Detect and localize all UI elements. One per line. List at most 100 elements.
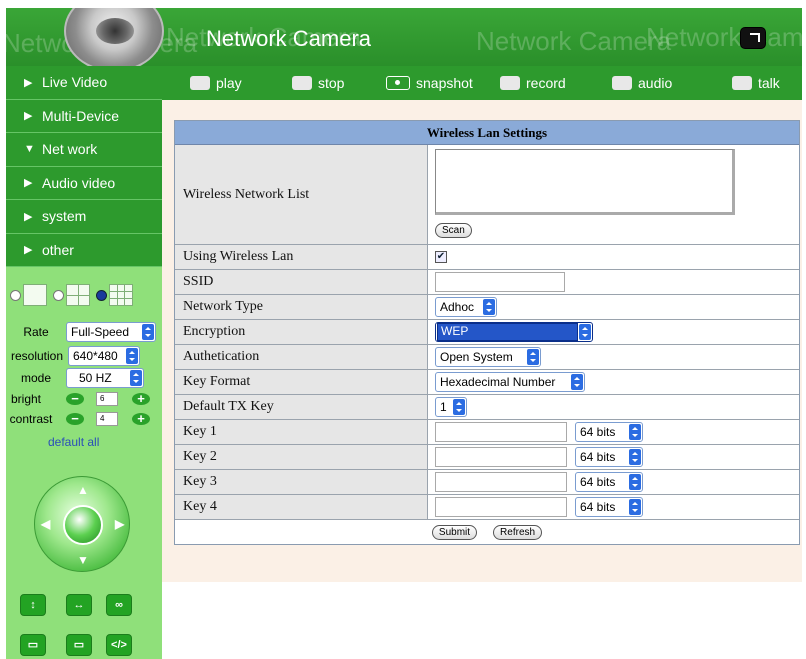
using-wireless-label: Using Wireless Lan bbox=[175, 245, 428, 269]
sidebar-item-live-video[interactable]: ▶ Live Video bbox=[6, 66, 162, 100]
default-tx-key-row: Default TX Key 1 bbox=[175, 395, 799, 420]
app-title: Network Camera bbox=[206, 26, 372, 51]
rate-label: Rate bbox=[23, 325, 49, 339]
sidebar-item-system[interactable]: ▶ system bbox=[6, 200, 162, 234]
watermark-text: Network Camera bbox=[646, 22, 802, 52]
key-format-row: Key Format Hexadecimal Number bbox=[175, 370, 799, 395]
default-all-link[interactable]: default all bbox=[48, 435, 99, 449]
key-format-select[interactable]: Hexadecimal Number bbox=[435, 372, 585, 392]
record-button[interactable]: record bbox=[500, 75, 566, 91]
contrast-plus-button[interactable]: + bbox=[132, 412, 150, 425]
chevron-right-icon: ▶ bbox=[24, 244, 33, 257]
sidebar: ▶ Live Video ▶ Multi-Device ▼ Net work ▶ Aud… bbox=[6, 66, 162, 659]
vertical-flip-button[interactable]: ↕ bbox=[20, 594, 46, 616]
resolution-select[interactable]: 640*480 bbox=[68, 346, 140, 366]
record-icon bbox=[500, 76, 520, 90]
bright-minus-button[interactable]: − bbox=[66, 392, 84, 405]
layout-1-icon[interactable] bbox=[23, 284, 47, 306]
fullscreen-icon[interactable] bbox=[740, 27, 766, 49]
encryption-select[interactable]: WEP bbox=[435, 322, 593, 342]
talk-button[interactable]: talk bbox=[732, 75, 780, 91]
chevron-right-icon: ▶ bbox=[24, 110, 33, 123]
rate-select[interactable]: Full-Speed bbox=[66, 322, 156, 342]
default-tx-key-select[interactable]: 1 bbox=[435, 397, 467, 417]
ptz-right-icon[interactable]: ▶ bbox=[115, 517, 124, 531]
authentication-select[interactable]: Open System bbox=[435, 347, 541, 367]
layout-9-icon[interactable] bbox=[109, 284, 133, 306]
stop-icon bbox=[292, 76, 312, 90]
contrast-value: 4 bbox=[96, 412, 118, 426]
refresh-button[interactable]: Refresh bbox=[493, 524, 543, 540]
play-icon bbox=[190, 76, 210, 90]
key-input[interactable] bbox=[435, 472, 567, 492]
contrast-minus-button[interactable]: − bbox=[66, 412, 84, 425]
sidebar-item-audio-video[interactable]: ▶ Audio video bbox=[6, 166, 162, 200]
key-bits-select[interactable]: 64 bits bbox=[575, 497, 643, 517]
audio-button[interactable]: audio bbox=[612, 75, 672, 91]
using-wireless-row: Using Wireless Lan ✔ bbox=[175, 245, 799, 270]
preset-button-1[interactable]: ▭ bbox=[20, 634, 46, 656]
mode-select[interactable]: 50 HZ bbox=[66, 368, 144, 388]
camera-logo bbox=[64, 8, 164, 66]
key-bits-select[interactable]: 64 bits bbox=[575, 472, 643, 492]
panel-title: Wireless Lan Settings bbox=[175, 121, 799, 145]
ptz-left-icon[interactable]: ◀ bbox=[41, 517, 50, 531]
key-bits-select[interactable]: 64 bits bbox=[575, 447, 643, 467]
sidebar-item-multi-device[interactable]: ▶ Multi-Device bbox=[6, 99, 162, 133]
sidebar-item-label: Multi-Device bbox=[42, 107, 120, 124]
wireless-list-row: Wireless Network List Scan bbox=[175, 145, 799, 245]
key-format-label: Key Format bbox=[175, 370, 428, 394]
ptz-center-button[interactable] bbox=[63, 505, 103, 545]
patrol-button[interactable]: ∞ bbox=[106, 594, 132, 616]
horizontal-flip-button[interactable]: ↔ bbox=[66, 594, 92, 616]
ptz-control[interactable]: ▲ ▼ ◀ ▶ bbox=[34, 476, 130, 572]
ptz-down-icon[interactable]: ▼ bbox=[77, 553, 89, 567]
spinner-icon bbox=[130, 370, 142, 386]
wireless-network-listbox[interactable] bbox=[435, 149, 735, 215]
bright-control: bright − 6 + bbox=[6, 392, 150, 406]
key-bits-select[interactable]: 64 bits bbox=[575, 422, 643, 442]
spinner-icon bbox=[629, 449, 641, 465]
io-button[interactable]: </> bbox=[106, 634, 132, 656]
key-label: Key 2 bbox=[175, 445, 428, 469]
layout-4-icon[interactable] bbox=[66, 284, 90, 306]
spinner-icon bbox=[527, 349, 539, 365]
layout-radio-1[interactable] bbox=[10, 289, 21, 301]
snapshot-button[interactable]: snapshot bbox=[386, 75, 473, 91]
layout-radio-9[interactable] bbox=[96, 289, 107, 301]
key-input[interactable] bbox=[435, 447, 567, 467]
chevron-right-icon: ▶ bbox=[24, 177, 33, 190]
ssid-row: SSID bbox=[175, 270, 799, 295]
spinner-icon bbox=[483, 299, 495, 315]
scan-button[interactable]: Scan bbox=[435, 223, 472, 238]
using-wireless-checkbox[interactable]: ✔ bbox=[435, 251, 447, 263]
submit-button[interactable]: Submit bbox=[431, 524, 478, 540]
layout-radio-4[interactable] bbox=[53, 289, 64, 301]
contrast-label: contrast bbox=[9, 412, 53, 426]
key-input[interactable] bbox=[435, 497, 567, 517]
stop-button[interactable]: stop bbox=[292, 75, 344, 91]
key-row: Key 3 64 bits bbox=[175, 470, 799, 495]
spinner-icon bbox=[629, 424, 641, 440]
chevron-right-icon: ▶ bbox=[24, 210, 33, 223]
authentication-row: Authetication Open System bbox=[175, 345, 799, 370]
play-button[interactable]: play bbox=[190, 75, 242, 91]
ssid-label: SSID bbox=[175, 270, 428, 294]
spinner-icon bbox=[126, 348, 138, 364]
rate-control: Rate Full-Speed bbox=[6, 322, 156, 342]
key-input[interactable] bbox=[435, 422, 567, 442]
headphones-icon bbox=[612, 76, 632, 90]
network-type-select[interactable]: Adhoc bbox=[435, 297, 497, 317]
ssid-input[interactable] bbox=[435, 272, 565, 292]
sidebar-item-network[interactable]: ▼ Net work bbox=[6, 133, 162, 167]
preset-button-2[interactable]: ▭ bbox=[66, 634, 92, 656]
sidebar-item-label: Live Video bbox=[42, 74, 108, 91]
resolution-label: resolution bbox=[10, 349, 64, 363]
ptz-up-icon[interactable]: ▲ bbox=[77, 483, 89, 497]
bright-plus-button[interactable]: + bbox=[132, 392, 150, 405]
mode-label: mode bbox=[20, 371, 52, 385]
layout-selector bbox=[10, 284, 137, 306]
sidebar-item-other[interactable]: ▶ other bbox=[6, 233, 162, 267]
microphone-icon bbox=[732, 76, 752, 90]
spinner-icon bbox=[629, 474, 641, 490]
